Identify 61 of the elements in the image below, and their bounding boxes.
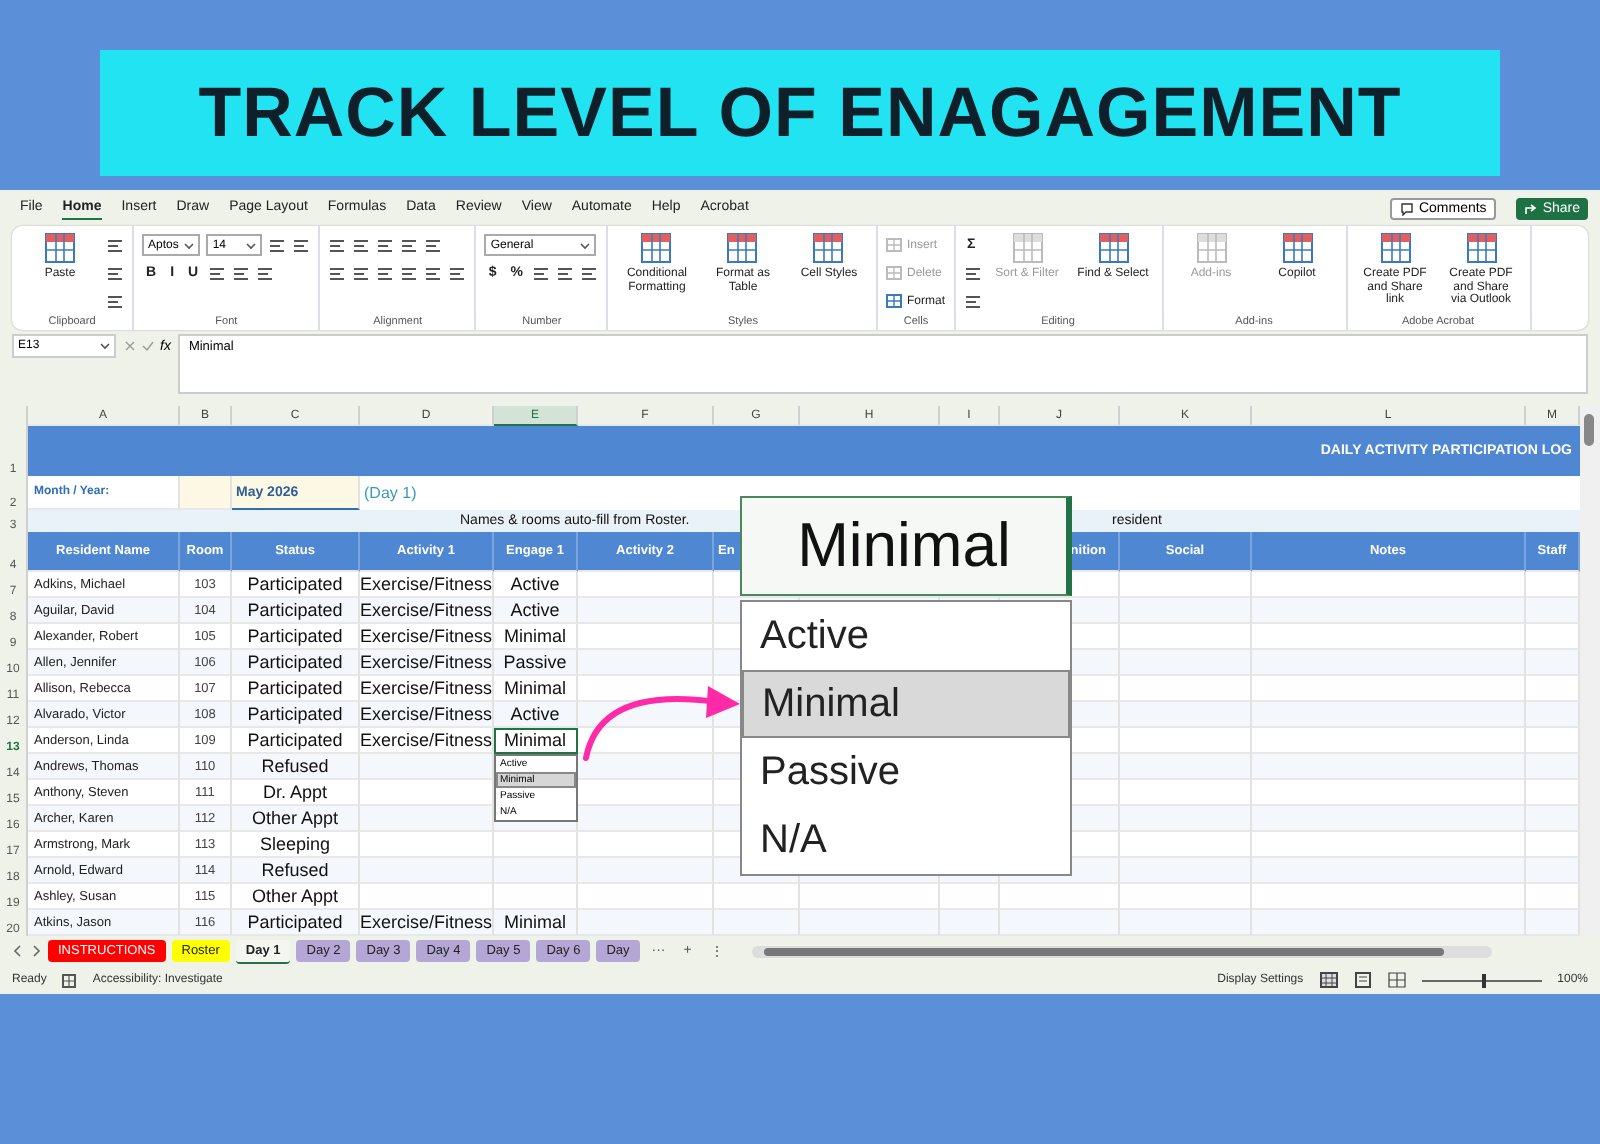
scrollbar[interactable]: [751, 945, 1492, 957]
lines-icon[interactable]: [208, 265, 227, 281]
check-icon[interactable]: [142, 340, 154, 352]
lines-icon[interactable]: [376, 237, 395, 253]
table-icon: [1465, 232, 1497, 264]
lines-icon[interactable]: [328, 265, 347, 281]
table-icon: [1281, 232, 1313, 264]
table-icon: [812, 232, 845, 264]
dropdown-option[interactable]: Minimal: [742, 670, 1070, 738]
page-layout-icon[interactable]: [1353, 972, 1372, 988]
grid-icon: [886, 266, 903, 280]
scrollbar[interactable]: [1580, 406, 1600, 936]
caret-icon: [580, 241, 591, 249]
lines-icon[interactable]: [580, 265, 599, 281]
grid-icon: [886, 238, 903, 252]
grid-icon: [62, 973, 77, 987]
lines-icon[interactable]: [106, 293, 124, 309]
table-icon: [1379, 232, 1411, 264]
table-icon: [1097, 232, 1129, 264]
table-icon: [44, 232, 76, 264]
table-icon: [1011, 232, 1043, 264]
lines-icon[interactable]: [352, 265, 371, 281]
banner-title: TRACK LEVEL OF ENAGAGEMENT: [100, 50, 1500, 176]
lines-icon[interactable]: [292, 237, 311, 253]
grid-icon: [886, 294, 903, 308]
caret-icon: [246, 241, 257, 249]
lines-icon[interactable]: [424, 265, 443, 281]
table-cell-text: (Day 1): [362, 482, 419, 506]
lines-icon[interactable]: [328, 237, 347, 253]
lines-icon[interactable]: [448, 265, 467, 281]
table-cell: [180, 476, 232, 510]
lines-icon[interactable]: [268, 237, 287, 253]
lines-icon[interactable]: [400, 265, 419, 281]
lines-icon[interactable]: [106, 265, 124, 281]
dropdown-option[interactable]: Passive: [742, 738, 1070, 806]
share-icon: [1524, 201, 1539, 215]
table-icon: [726, 232, 759, 264]
lines-icon[interactable]: [256, 265, 275, 281]
lines-icon[interactable]: [376, 265, 395, 281]
zoomed-cell: Minimal: [740, 496, 1072, 596]
table-cell: Minimal: [494, 728, 578, 754]
lines-icon[interactable]: [106, 237, 124, 253]
page-break-icon[interactable]: [1387, 972, 1406, 988]
lines-icon[interactable]: [424, 237, 443, 253]
lines-icon[interactable]: [963, 293, 981, 309]
caret-icon: [184, 241, 195, 249]
table-icon: [1195, 232, 1227, 264]
table-cell: Active: [494, 702, 578, 728]
comment-icon: [1400, 201, 1415, 215]
lines-icon[interactable]: [556, 265, 575, 281]
caret-icon: [100, 342, 110, 350]
table-icon: [640, 232, 673, 264]
lines-icon[interactable]: [352, 237, 371, 253]
normal-view-icon[interactable]: [1319, 972, 1338, 988]
lines-icon[interactable]: [532, 265, 551, 281]
lines-icon[interactable]: [400, 237, 419, 253]
zoom-thumb[interactable]: [1481, 973, 1486, 987]
dropdown-option[interactable]: Active: [742, 602, 1070, 670]
dropdown-option[interactable]: N/A: [742, 806, 1070, 874]
lines-icon[interactable]: [963, 265, 981, 281]
lines-icon[interactable]: [232, 265, 251, 281]
